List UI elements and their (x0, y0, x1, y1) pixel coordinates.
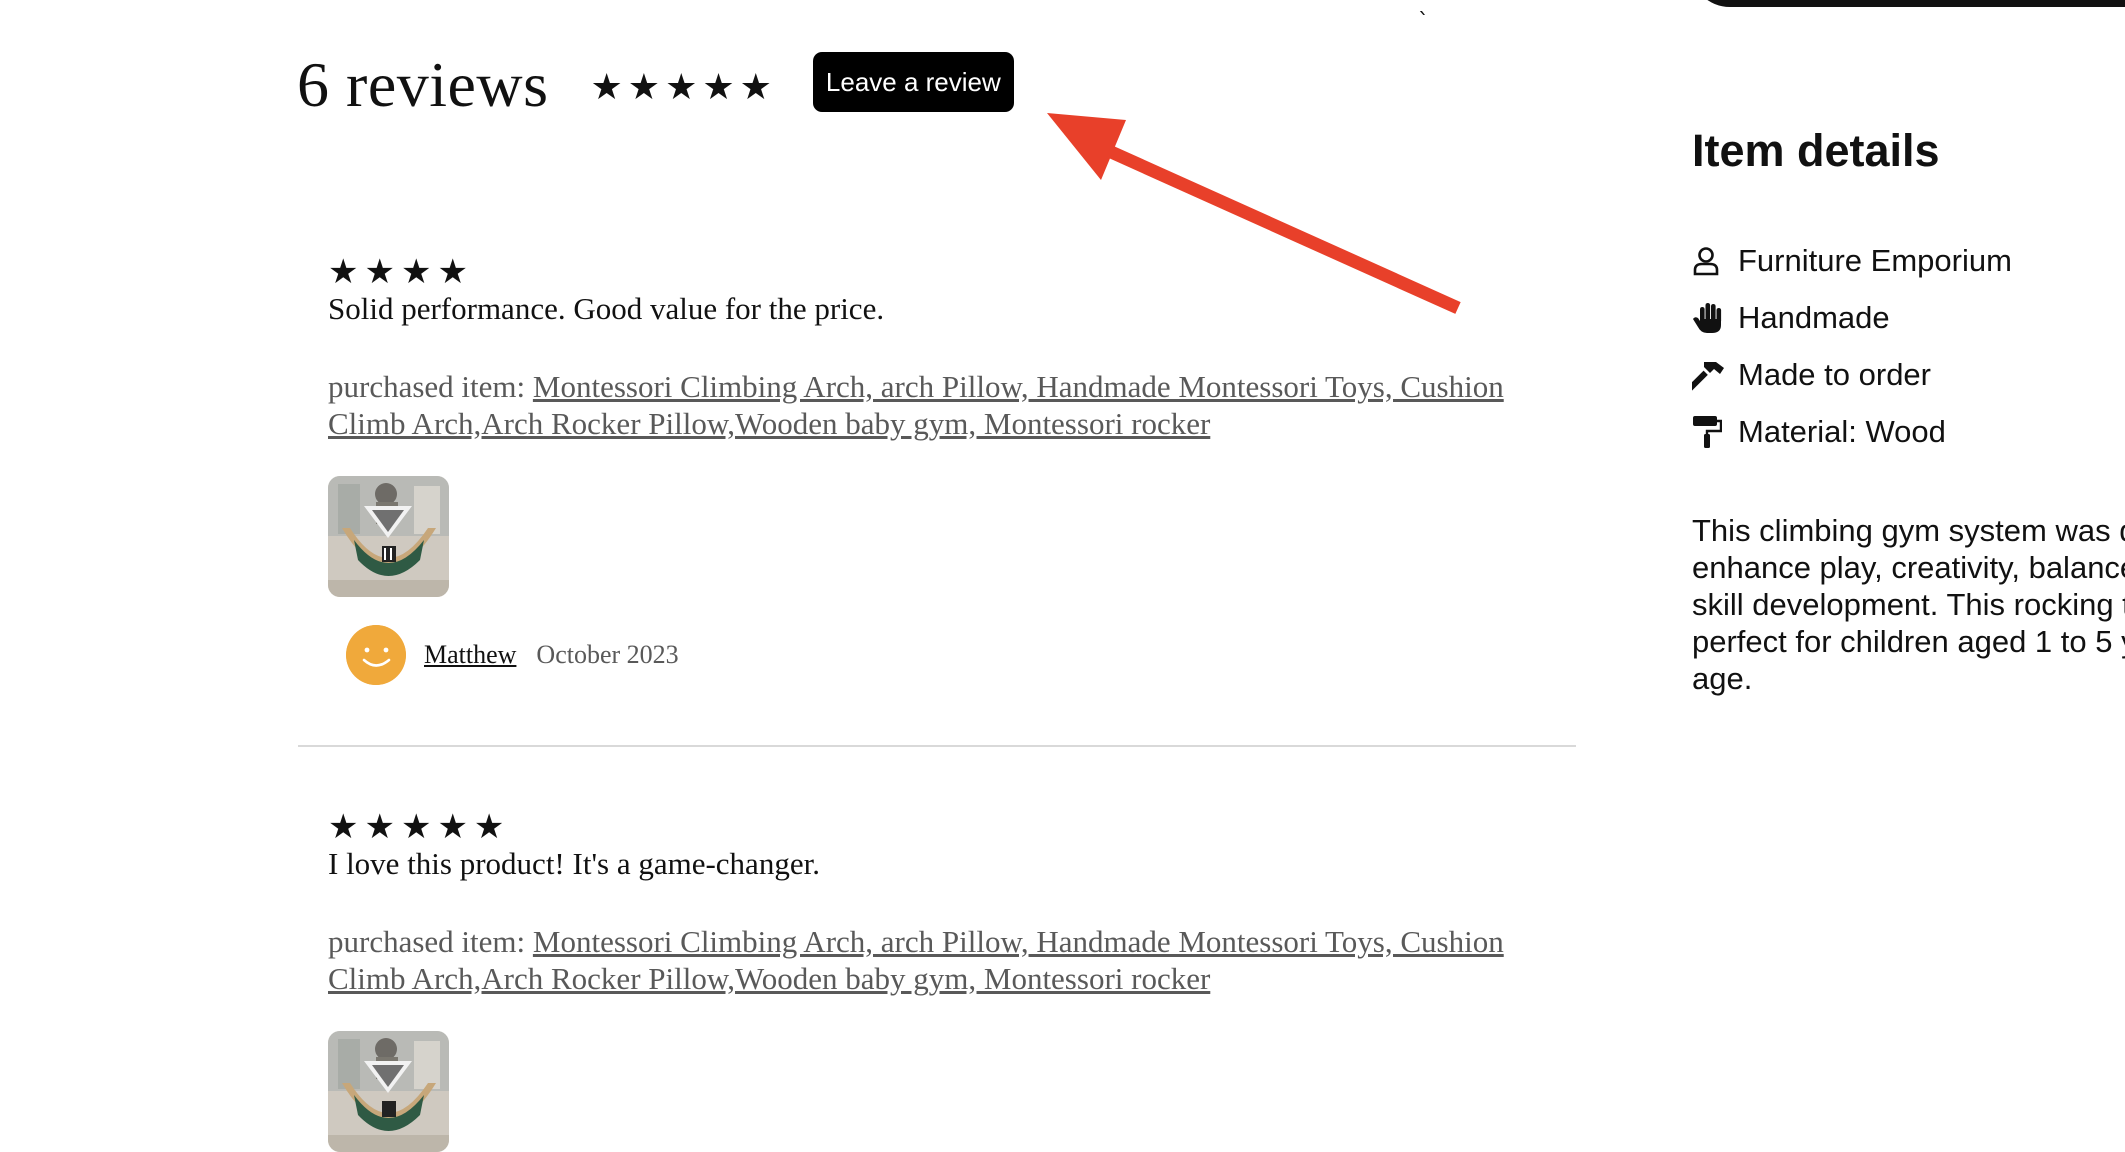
reviewer-name-link[interactable]: Matthew (424, 640, 516, 670)
item-details-panel: Item details Furniture Emporium Handmade… (1692, 122, 2125, 728)
review-card: ★★★★★ I love this product! It's a game-c… (298, 805, 1576, 1152)
review-photo-thumbnail[interactable] (328, 476, 449, 597)
reviews-count-title: 6 reviews (297, 49, 549, 120)
purchased-item-prefix: purchased item: (328, 924, 533, 959)
purchased-item-prefix: purchased item: (328, 369, 533, 404)
leave-review-button[interactable]: Leave a review (812, 52, 1014, 112)
review-date: October 2023 (536, 640, 679, 669)
shop-name: Furniture Emporium (1738, 242, 2012, 278)
review-text: I love this product! It's a game-changer… (328, 846, 820, 881)
purchased-item: purchased item: Montessori Climbing Arch… (328, 923, 1568, 997)
item-description: This climbing gym system was designed to… (1692, 513, 2125, 696)
hammer-icon (1692, 356, 1730, 394)
review-text: Solid performance. Good value for the pr… (328, 291, 885, 326)
review-photo-thumbnail[interactable] (328, 1031, 449, 1152)
detail-item-handmade: Handmade (1692, 289, 2125, 346)
review-divider (298, 745, 1576, 747)
review-list: ★★★★ Solid performance. Good value for t… (298, 250, 1576, 1152)
purchased-item: purchased item: Montessori Climbing Arch… (328, 368, 1568, 442)
detail-item-made-to-order: Made to order (1692, 346, 2125, 403)
top-black-pill (1690, 0, 2125, 7)
made-to-order-label: Made to order (1738, 356, 1931, 392)
review-rating-stars: ★★★★★ (328, 807, 511, 847)
hand-icon (1692, 299, 1730, 337)
overall-rating-stars: ★★★★★ (590, 66, 777, 108)
top-tick-mark: ˋ (1418, 10, 1429, 35)
detail-list: Furniture Emporium Handmade Made to orde… (1692, 232, 2125, 460)
review-rating-stars: ★★★★ (328, 252, 474, 292)
reviews-header: 6 reviews ★★★★★ Leave a review (297, 40, 1014, 130)
review-card: ★★★★ Solid performance. Good value for t… (298, 250, 1576, 747)
material-label: Material: Wood (1738, 413, 1946, 449)
item-details-title: Item details (1692, 125, 1940, 176)
handmade-label: Handmade (1738, 299, 1890, 335)
detail-item-material: Material: Wood (1692, 403, 2125, 460)
avatar (346, 625, 406, 685)
user-icon (1692, 242, 1730, 280)
reviewer-info: Matthew October 2023 (328, 625, 1576, 685)
paint-roller-icon (1692, 413, 1730, 451)
detail-item-shop: Furniture Emporium (1692, 232, 2125, 289)
